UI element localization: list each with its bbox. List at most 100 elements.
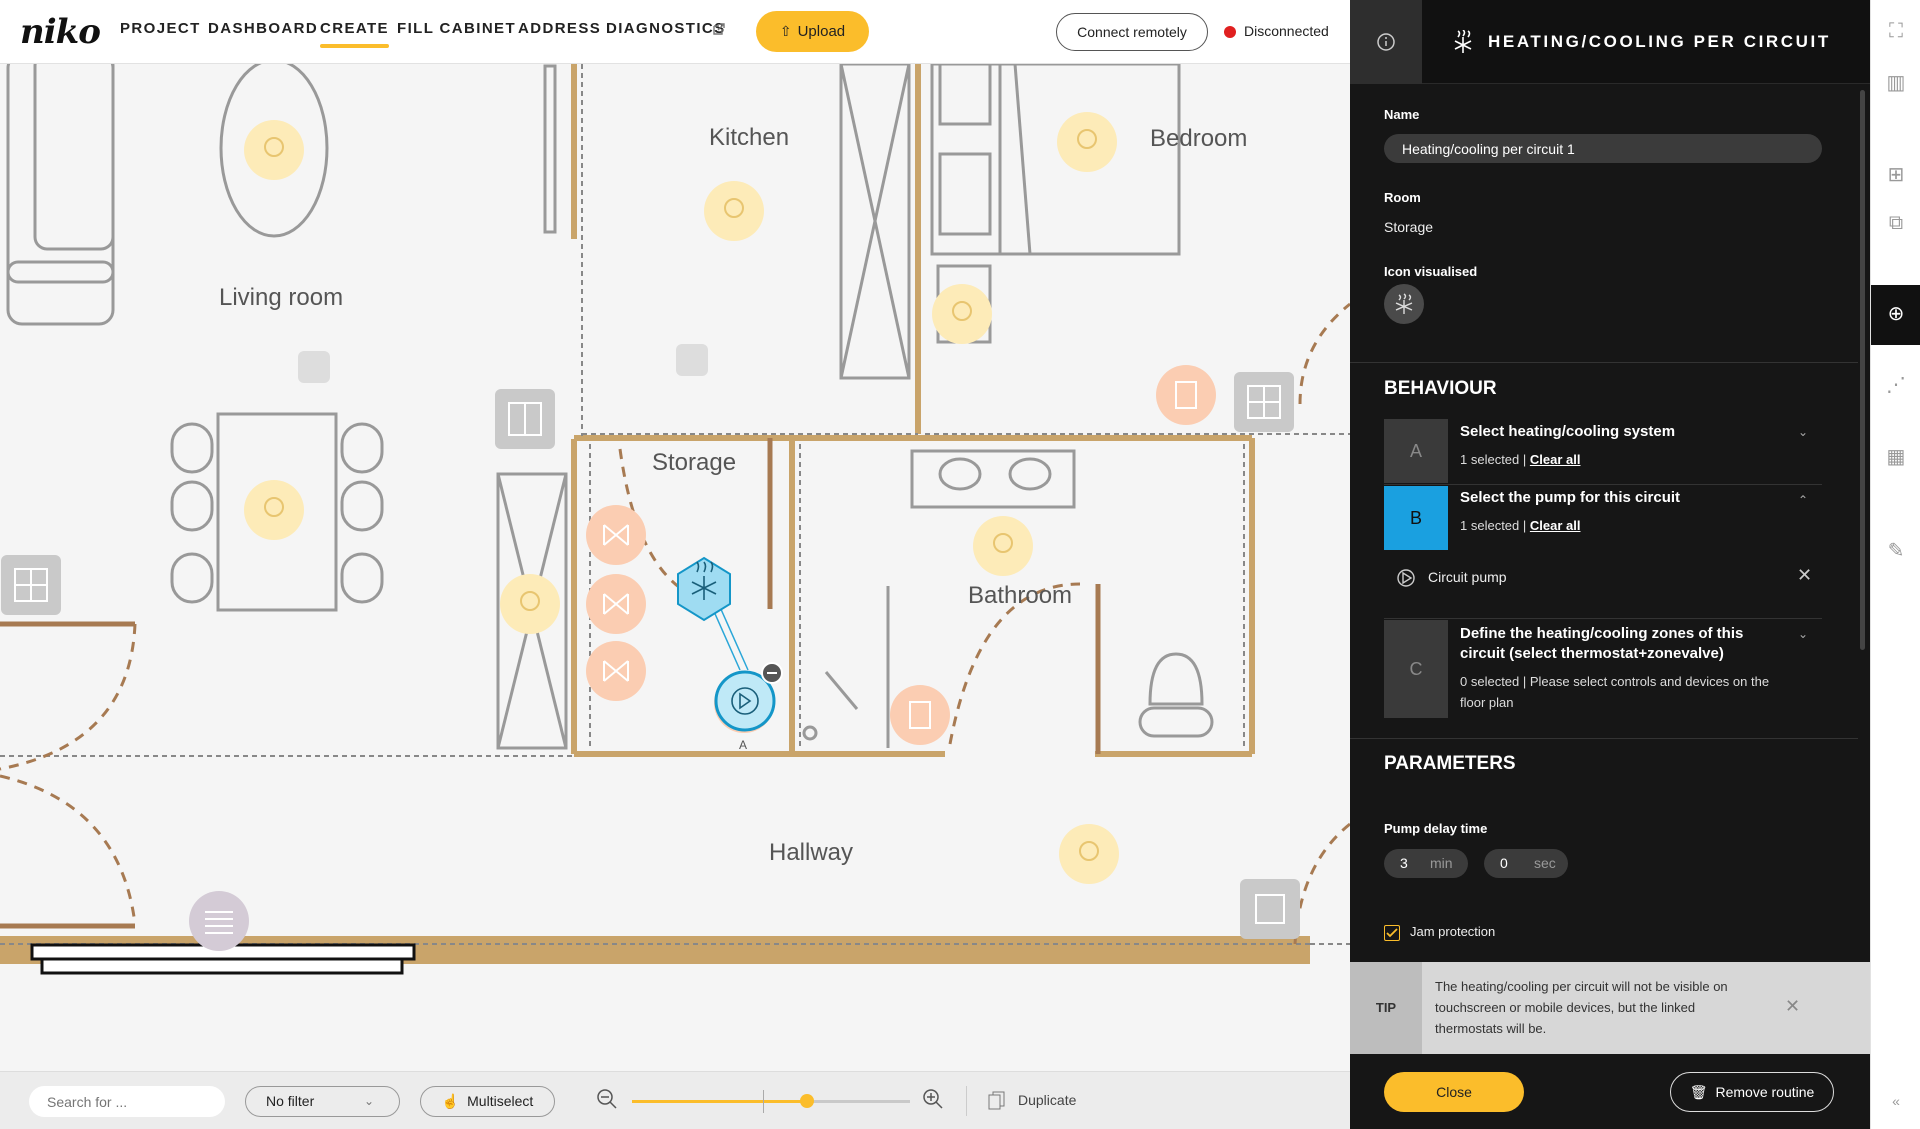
jam-protection-checkbox[interactable] <box>1384 925 1400 941</box>
multiselect-button[interactable]: ☝ Multiselect <box>420 1086 555 1117</box>
zoom-out-icon[interactable] <box>596 1088 618 1110</box>
room-label-living-room: Living room <box>219 284 344 311</box>
nav-fill-cabinet[interactable]: FILL CABINET <box>397 20 516 37</box>
add-device-icon[interactable]: ⧉ <box>1871 212 1920 235</box>
zoom-in-icon[interactable] <box>922 1088 944 1110</box>
duplicate-button[interactable]: Duplicate <box>1018 1092 1076 1108</box>
floor-plan-drawing <box>0 64 1350 975</box>
floor-plan-canvas[interactable]: Kitchen Bedroom Living room Storage Bath… <box>0 64 1350 1070</box>
room-label-kitchen: Kitchen <box>709 124 790 151</box>
step-b-clear-all-link[interactable]: Clear all <box>1530 518 1581 533</box>
trash-icon: 🗑 <box>1689 1084 1708 1100</box>
duplicate-icon <box>988 1091 1005 1110</box>
step-c-title[interactable]: Define the heating/cooling zones of this… <box>1460 624 1780 664</box>
step-b-title[interactable]: Select the pump for this circuit <box>1460 488 1780 508</box>
nav-create[interactable]: CREATE <box>320 20 389 48</box>
heating-cooling-icon <box>1395 293 1413 314</box>
checkmark-icon <box>1386 928 1398 938</box>
heating-cooling-icon <box>1454 30 1472 53</box>
parameters-title: PARAMETERS <box>1384 753 1516 774</box>
panel-header: HEATING/COOLING PER CIRCUIT <box>1350 0 1870 84</box>
icon-visualised-label: Icon visualised <box>1384 264 1478 279</box>
pump-delay-label: Pump delay time <box>1384 821 1488 836</box>
step-a-title[interactable]: Select heating/cooling system <box>1460 422 1780 442</box>
step-b-badge: B <box>1384 486 1448 550</box>
nav-diagnostics[interactable]: DIAGNOSTICS <box>606 20 726 37</box>
pump-icon <box>1397 569 1415 587</box>
tip-close-icon[interactable]: ✕ <box>1785 996 1800 1017</box>
info-icon <box>1377 33 1395 51</box>
room-label: Room <box>1384 190 1421 205</box>
room-label-bedroom: Bedroom <box>1150 125 1248 152</box>
pump-delay-sec-input[interactable]: 0 sec <box>1484 849 1568 878</box>
section-divider <box>1350 362 1858 363</box>
connection-status: Disconnected <box>1244 23 1329 39</box>
tip-text: The heating/cooling per circuit will not… <box>1435 979 1728 1036</box>
pump-delay-min-input[interactable]: 3 min <box>1384 849 1468 878</box>
connections-icon[interactable]: ⋰ <box>1871 372 1920 397</box>
name-field[interactable] <box>1384 134 1822 163</box>
step-divider <box>1384 484 1822 485</box>
hand-pointer-icon: ☝ <box>441 1093 460 1109</box>
behaviour-title: BEHAVIOUR <box>1384 378 1497 399</box>
zoom-slider-mid-tick <box>763 1090 764 1113</box>
search-input[interactable] <box>29 1086 225 1117</box>
pump-marker-label: A <box>739 738 748 752</box>
icon-visualised-picker[interactable] <box>1384 284 1424 324</box>
calendar-icon[interactable]: ▦ <box>1871 444 1920 469</box>
step-a-clear-all-link[interactable]: Clear all <box>1530 452 1581 467</box>
chevron-down-icon[interactable]: ⌄ <box>1798 425 1808 439</box>
remove-pump-close-icon[interactable]: ✕ <box>1797 565 1812 586</box>
step-a-badge: A <box>1384 419 1448 483</box>
info-tab[interactable] <box>1350 0 1422 84</box>
filter-dropdown[interactable]: No filter ⌄ <box>245 1086 400 1117</box>
step-c-badge: C <box>1384 620 1448 718</box>
upload-button[interactable]: ⇧ Upload <box>756 11 869 52</box>
chevron-up-icon[interactable]: ⌃ <box>1798 493 1808 507</box>
tip-banner: TIP The heating/cooling per circuit will… <box>1350 962 1870 1054</box>
circuit-pump-icon[interactable] <box>716 672 774 730</box>
connection-status-dot <box>1224 26 1236 38</box>
top-navigation-bar: niko PROJECT DASHBOARD CREATE FILL CABIN… <box>0 0 1350 64</box>
connect-remotely-button[interactable]: Connect remotely <box>1056 13 1208 51</box>
collapse-rail-icon[interactable]: « <box>1871 1093 1920 1109</box>
room-value[interactable]: Storage <box>1384 219 1433 235</box>
tools-icon[interactable]: ✎ <box>1871 538 1920 563</box>
section-divider <box>1350 738 1858 739</box>
zoom-slider-fill <box>632 1100 808 1103</box>
right-tool-rail: ⛶ ▥ ⊞ ⧉ ⊕ ⋰ ▦ ✎ « <box>1870 0 1920 1129</box>
properties-panel: HEATING/COOLING PER CIRCUIT Name Room St… <box>1350 0 1870 1129</box>
niko-logo[interactable]: niko <box>20 12 101 52</box>
chevron-down-icon[interactable]: ⌄ <box>1798 627 1808 641</box>
add-routine-icon: ⊕ <box>1887 303 1905 325</box>
nav-dashboard[interactable]: DASHBOARD <box>208 20 318 37</box>
fullscreen-icon[interactable]: ⛶ <box>1871 20 1920 43</box>
remove-routine-button[interactable]: 🗑 Remove routine <box>1670 1072 1834 1112</box>
nav-address[interactable]: ADDRESS <box>518 20 601 37</box>
panel-title: HEATING/COOLING PER CIRCUIT <box>1488 32 1831 51</box>
name-label: Name <box>1384 107 1420 122</box>
map-icon[interactable]: ▥ <box>1871 70 1920 95</box>
rail-active-item[interactable]: ⊕ <box>1871 285 1920 345</box>
app: niko PROJECT DASHBOARD CREATE FILL CABIN… <box>0 0 1920 1129</box>
heating-circuit-hex-icon[interactable] <box>678 558 730 620</box>
zoom-slider-handle[interactable] <box>800 1094 815 1108</box>
step-a-status: 1 selected | Clear all <box>1460 452 1581 467</box>
panel-scrollbar[interactable] <box>1860 90 1865 650</box>
jam-protection-label: Jam protection <box>1410 924 1496 939</box>
chevron-down-icon: ⌄ <box>364 1094 375 1108</box>
nav-project[interactable]: PROJECT <box>120 20 201 37</box>
room-label-bathroom: Bathroom <box>968 582 1073 609</box>
close-button[interactable]: Close <box>1384 1072 1524 1112</box>
selected-pump-item: Circuit pump <box>1428 569 1507 585</box>
step-b-status: 1 selected | Clear all <box>1460 518 1581 533</box>
zoom-slider[interactable] <box>632 1090 910 1113</box>
add-room-icon[interactable]: ⊞ <box>1871 162 1920 187</box>
external-link-icon <box>713 23 725 35</box>
step-divider <box>1384 618 1822 619</box>
tip-label: TIP <box>1350 962 1422 1054</box>
room-label-hallway: Hallway <box>769 839 854 866</box>
filter-value: No filter <box>266 1093 315 1109</box>
toolbar-divider <box>966 1086 967 1116</box>
room-label-storage: Storage <box>652 449 737 476</box>
